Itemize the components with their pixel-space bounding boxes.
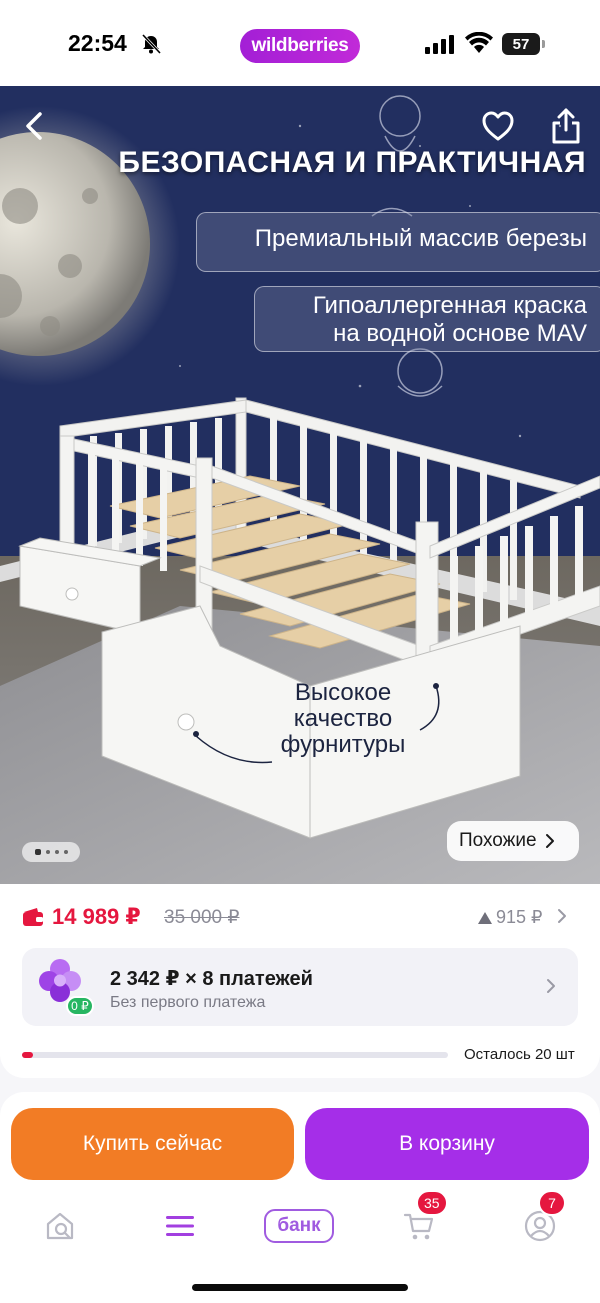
tab-home[interactable] — [40, 1196, 80, 1256]
share-icon[interactable] — [548, 106, 584, 146]
installment-title: 2 342 ₽ × 8 платежей — [110, 968, 313, 990]
wallet-icon — [23, 908, 43, 926]
triangle-up-icon — [478, 911, 492, 924]
fittings-line3: фурнитуры — [280, 731, 406, 758]
old-price: 35 000 ₽ — [164, 907, 240, 928]
fittings-line2: качество — [293, 705, 393, 732]
cart-count-badge: 35 — [416, 1190, 448, 1216]
app-pill[interactable]: wildberries — [240, 29, 360, 63]
stock-progress-bar — [22, 1052, 448, 1058]
battery-level: 57 — [512, 35, 530, 53]
installment-subtitle: Без первого платежа — [110, 994, 266, 1011]
battery-icon: 57 — [502, 33, 546, 55]
pager-dot — [45, 850, 50, 854]
home-search-icon — [46, 1212, 74, 1240]
image-pager[interactable] — [22, 842, 80, 862]
installment-offer[interactable]: 0 ₽ 2 342 ₽ × 8 платежей Без первого пла… — [22, 948, 578, 1026]
fittings-line1: Высокое — [294, 679, 392, 706]
back-button[interactable] — [20, 108, 50, 144]
bottom-tab-bar: банк — [0, 1196, 600, 1256]
similar-products-button[interactable]: Похожие — [447, 821, 579, 861]
product-photo — [0, 86, 600, 884]
feature-tag-wood-text: Премиальный массив березы — [254, 225, 587, 252]
bell-off-icon — [141, 33, 162, 55]
add-to-cart-button[interactable]: В корзину — [305, 1108, 589, 1180]
product-page: 22:54 wildberries 57 БЕЗОПАСНАЯ И ПРАКТИ… — [0, 0, 600, 1303]
wifi-icon — [465, 32, 493, 53]
current-price: 14 989 ₽ — [52, 904, 141, 929]
stock-remaining: Осталось 20 шт — [464, 1046, 575, 1063]
feature-fittings-callout: Высокое качество фурнитуры — [270, 680, 416, 758]
feature-tag-paint-line2: на водной основе MAV — [333, 320, 587, 347]
chevron-right-icon — [545, 834, 554, 848]
buy-now-button[interactable]: Купить сейчас — [11, 1108, 294, 1180]
favorite-heart-icon[interactable] — [480, 108, 516, 144]
price-history[interactable]: 915 ₽ — [478, 907, 543, 928]
pager-dot-active — [34, 849, 41, 855]
status-time: 22:54 — [68, 30, 127, 56]
tab-catalog[interactable] — [162, 1196, 198, 1256]
tab-bank[interactable]: банк — [262, 1196, 336, 1256]
feature-tag-paint: Гипоаллергенная краска на водной основе … — [254, 286, 600, 352]
feature-tag-paint-line1: Гипоаллергенная краска — [312, 292, 587, 319]
home-indicator — [192, 1284, 408, 1291]
menu-icon — [166, 1216, 194, 1236]
product-image-gallery[interactable]: БЕЗОПАСНАЯ И ПРАКТИЧНАЯ Премиальный масс… — [0, 86, 600, 884]
chevron-right-icon — [547, 979, 555, 993]
stock-progress-fill — [22, 1052, 33, 1058]
zero-ruble-badge: 0 ₽ — [66, 996, 94, 1016]
price-section: 14 989 ₽ 35 000 ₽ 915 ₽ 0 ₽ 2 342 ₽ × 8 … — [0, 884, 600, 1078]
profile-notification-badge: 7 — [538, 1190, 566, 1216]
bottom-action-panel: Купить сейчас В корзину банк 35 7 — [0, 1092, 600, 1303]
chevron-right-icon[interactable] — [557, 908, 567, 924]
status-bar: 22:54 wildberries 57 — [0, 0, 600, 86]
pager-dot — [54, 850, 59, 854]
similar-label: Похожие — [459, 830, 537, 851]
battery-cap — [542, 40, 545, 48]
price-change-value: 915 ₽ — [496, 907, 543, 927]
feature-tag-wood: Премиальный массив березы — [196, 212, 600, 272]
hero-headline: БЕЗОПАСНАЯ И ПРАКТИЧНАЯ — [118, 146, 586, 179]
pager-dot — [63, 850, 68, 854]
signal-icon — [425, 35, 454, 54]
bank-icon: банк — [264, 1209, 334, 1243]
